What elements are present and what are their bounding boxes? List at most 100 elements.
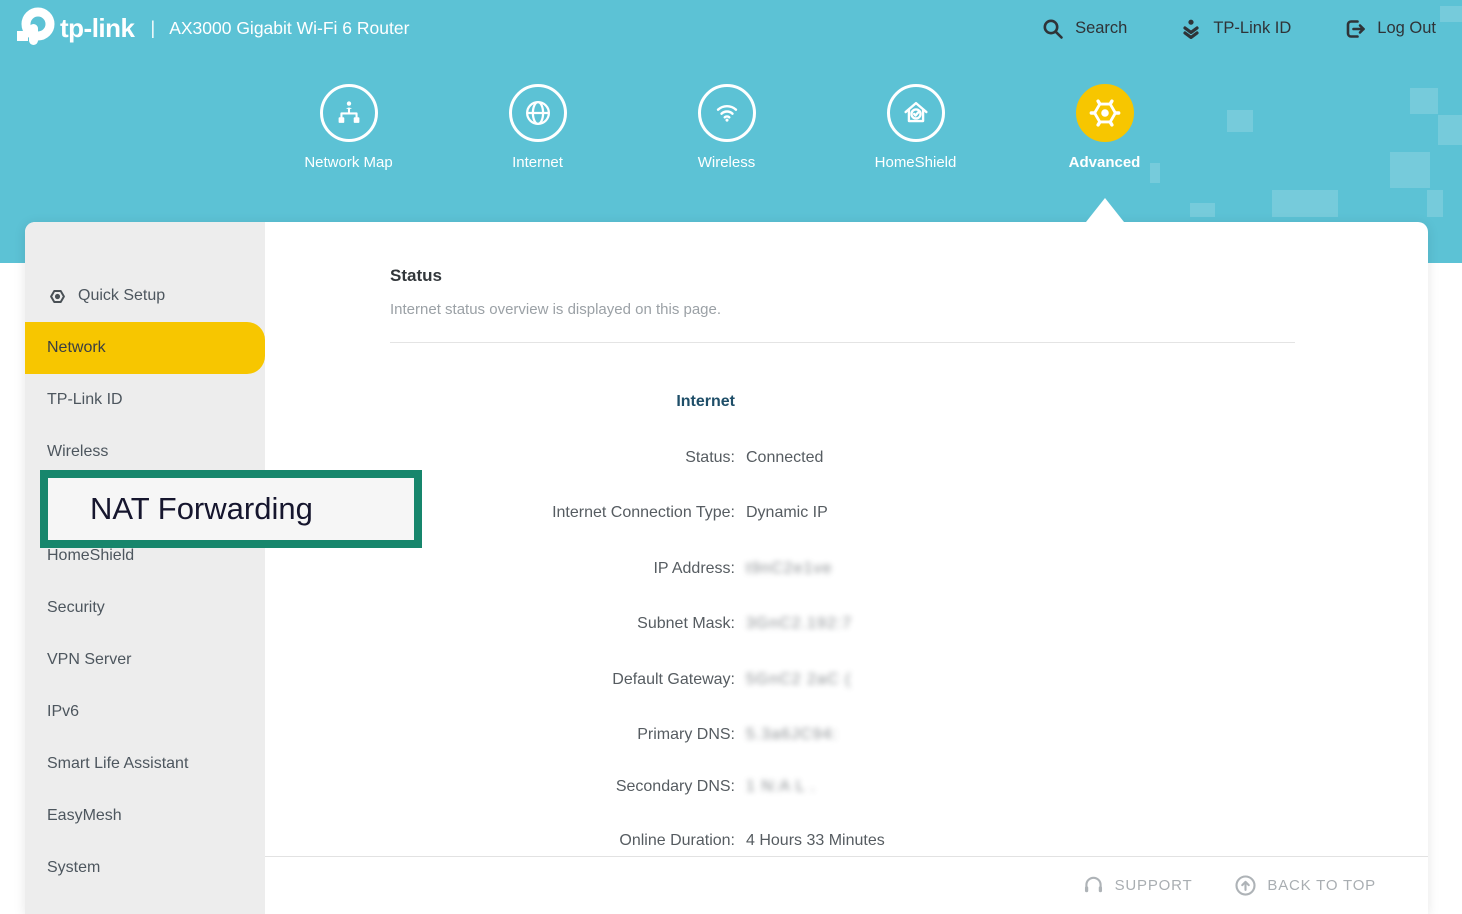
sidebar-item-label: Smart Life Assistant — [47, 755, 188, 773]
brand-name: tp-link — [60, 13, 135, 44]
decor-square — [1190, 203, 1215, 217]
sidebar: Quick Setup Network TP-Link ID Wireless … — [25, 222, 265, 914]
content-panel: Quick Setup Network TP-Link ID Wireless … — [25, 222, 1428, 914]
decor-square — [1272, 190, 1338, 217]
field-value: Connected — [746, 449, 823, 467]
wifi-icon — [698, 84, 756, 142]
device-title: AX3000 Gigabit Wi-Fi 6 Router — [169, 18, 409, 39]
back-to-top-button[interactable]: BACK TO TOP — [1234, 874, 1376, 897]
support-label: SUPPORT — [1115, 877, 1193, 894]
field-row-status: Status: Connected — [265, 449, 1428, 467]
topbar: tp-link | AX3000 Gigabit Wi-Fi 6 Router … — [0, 0, 1462, 57]
section-title: Internet — [265, 393, 735, 411]
field-row-secondary-dns: Secondary DNS: 1 N:A L . — [265, 778, 1428, 796]
router-admin-page: { "topbar": { "brand": "tp-link", "separ… — [0, 0, 1462, 914]
sidebar-item-vpn-server[interactable]: VPN Server — [25, 634, 265, 686]
nav-item-network-map[interactable]: Network Map — [254, 84, 443, 171]
sidebar-item-label: EasyMesh — [47, 807, 122, 825]
field-row-default-gateway: Default Gateway: 5GnC2 2aC ( — [265, 671, 1428, 689]
globe-icon — [509, 84, 567, 142]
title-separator: | — [151, 18, 156, 39]
tplink-logo-icon — [12, 7, 56, 51]
decor-square — [1427, 190, 1443, 217]
page-subtitle: Internet status overview is displayed on… — [390, 301, 721, 318]
sidebar-item-ipv6[interactable]: IPv6 — [25, 686, 265, 738]
nav-label: Network Map — [254, 154, 443, 171]
nav-item-wireless[interactable]: Wireless — [632, 84, 821, 171]
field-label: IP Address: — [265, 560, 735, 578]
sidebar-item-network[interactable]: Network — [25, 322, 265, 374]
divider — [390, 342, 1295, 343]
nat-forwarding-label: NAT Forwarding — [90, 491, 313, 527]
main-nav: Network Map Internet Wireless — [254, 84, 1199, 171]
decor-square — [1390, 152, 1430, 188]
decor-square — [1227, 110, 1253, 132]
sidebar-item-label: TP-Link ID — [47, 391, 123, 409]
field-value-redacted: 3GnC2.192:7 — [746, 615, 852, 633]
sidebar-item-label: VPN Server — [47, 651, 131, 669]
support-button[interactable]: SUPPORT — [1082, 874, 1193, 897]
field-value: 4 Hours 33 Minutes — [746, 832, 885, 850]
decor-square — [1410, 88, 1438, 114]
field-label: Status: — [265, 449, 735, 467]
field-row-ip-address: IP Address: t9nC2e1ve — [265, 560, 1428, 578]
gear-icon — [1076, 84, 1134, 142]
sidebar-item-tplink-id[interactable]: TP-Link ID — [25, 374, 265, 426]
page-title: Status — [390, 266, 442, 286]
decor-square — [1438, 115, 1462, 145]
sidebar-item-easymesh[interactable]: EasyMesh — [25, 790, 265, 842]
field-row-subnet-mask: Subnet Mask: 3GnC2.192:7 — [265, 615, 1428, 633]
field-value-redacted: 5GnC2 2aC ( — [746, 671, 851, 689]
sidebar-item-system[interactable]: System — [25, 842, 265, 894]
field-label: Online Duration: — [265, 832, 735, 850]
topbar-actions: Search TP-Link ID Log Out — [1041, 17, 1436, 41]
headset-icon — [1082, 874, 1105, 897]
logout-icon — [1343, 17, 1367, 41]
field-value-redacted: 5.3a6JC94: — [746, 726, 838, 744]
footer-bar: SUPPORT BACK TO TOP — [265, 856, 1428, 914]
field-label: Subnet Mask: — [265, 615, 735, 633]
tplink-id-button[interactable]: TP-Link ID — [1179, 17, 1291, 41]
field-label: Secondary DNS: — [265, 778, 735, 796]
field-label: Default Gateway: — [265, 671, 735, 689]
nav-item-homeshield[interactable]: HomeShield — [821, 84, 1010, 171]
nav-label: Advanced — [1010, 154, 1199, 171]
nav-item-internet[interactable]: Internet — [443, 84, 632, 171]
user-icon — [1179, 17, 1203, 41]
gear-outline-icon — [47, 286, 68, 307]
field-value-redacted: 1 N:A L . — [746, 778, 816, 796]
logout-button[interactable]: Log Out — [1343, 17, 1436, 41]
sidebar-item-label: Network — [47, 339, 106, 357]
search-label: Search — [1075, 19, 1127, 38]
sidebar-item-security[interactable]: Security — [25, 582, 265, 634]
logout-label: Log Out — [1377, 19, 1436, 38]
field-value-redacted: t9nC2e1ve — [746, 560, 832, 578]
field-label: Primary DNS: — [265, 726, 735, 744]
tplink-id-label: TP-Link ID — [1213, 19, 1291, 38]
sidebar-item-quick-setup[interactable]: Quick Setup — [25, 270, 265, 322]
field-row-connection-type: Internet Connection Type: Dynamic IP — [265, 504, 1428, 522]
field-row-online-duration: Online Duration: 4 Hours 33 Minutes — [265, 832, 1428, 850]
home-shield-icon — [887, 84, 945, 142]
sidebar-item-label: Quick Setup — [78, 287, 165, 305]
back-to-top-label: BACK TO TOP — [1267, 877, 1376, 894]
sidebar-item-label: Security — [47, 599, 105, 617]
main-content: Status Internet status overview is displ… — [265, 222, 1428, 914]
nav-label: HomeShield — [821, 154, 1010, 171]
brand-logo: tp-link — [12, 7, 135, 51]
section-heading-row: Internet — [265, 393, 1428, 411]
nav-item-advanced[interactable]: Advanced — [1010, 84, 1199, 171]
nat-forwarding-annotation[interactable]: NAT Forwarding — [40, 470, 422, 548]
sidebar-item-label: Wireless — [47, 443, 108, 461]
sidebar-item-smart-life-assistant[interactable]: Smart Life Assistant — [25, 738, 265, 790]
sidebar-item-label: System — [47, 859, 100, 877]
network-map-icon — [320, 84, 378, 142]
arrow-up-circle-icon — [1234, 874, 1257, 897]
search-button[interactable]: Search — [1041, 17, 1127, 41]
nav-pointer-triangle — [1086, 198, 1124, 222]
nav-label: Internet — [443, 154, 632, 171]
nav-label: Wireless — [632, 154, 821, 171]
field-row-primary-dns: Primary DNS: 5.3a6JC94: — [265, 726, 1428, 744]
search-icon — [1041, 17, 1065, 41]
sidebar-item-label: HomeShield — [47, 547, 134, 565]
